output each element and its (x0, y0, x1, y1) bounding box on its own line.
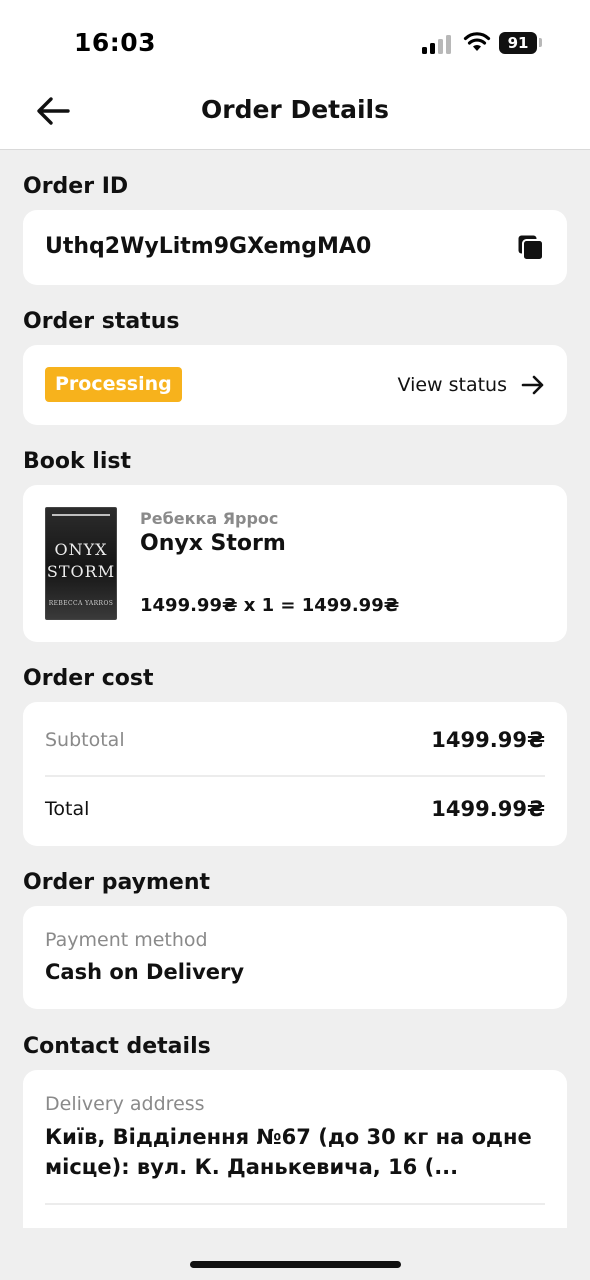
book-list-card: ONYX STORM REBECCA YARROS Ребекка Яррос … (23, 485, 567, 642)
battery-tip (539, 38, 542, 47)
book-author: Ребекка Яррос (140, 509, 279, 528)
order-cost-heading: Order cost (23, 666, 154, 691)
view-status-label: View status (397, 373, 507, 396)
cellular-signal-icon (422, 34, 454, 54)
order-payment-heading: Order payment (23, 870, 211, 895)
order-id-heading: Order ID (23, 174, 129, 199)
home-indicator[interactable] (190, 1261, 401, 1268)
book-list-heading: Book list (23, 449, 131, 474)
order-id-value: Uthq2WyLitm9GXemgMA0 (45, 234, 372, 259)
payment-method-label: Payment method (45, 929, 208, 951)
divider (45, 775, 545, 777)
total-row: Total 1499.99₴ (45, 794, 545, 824)
subtotal-label: Subtotal (45, 729, 125, 751)
view-status-link[interactable]: View status (397, 367, 545, 402)
total-value: 1499.99₴ (431, 797, 545, 821)
copy-button[interactable] (517, 234, 545, 262)
status-time: 16:03 (74, 28, 157, 57)
page-title: Order Details (200, 95, 389, 124)
divider (45, 1203, 545, 1205)
order-status-card: Processing View status (23, 345, 567, 425)
subtotal-value: 1499.99₴ (431, 728, 545, 752)
order-cost-card: Subtotal 1499.99₴ Total 1499.99₴ (23, 702, 567, 846)
book-cover-image: ONYX STORM REBECCA YARROS (45, 507, 117, 620)
cover-author: REBECCA YARROS (48, 600, 114, 607)
wifi-icon (463, 32, 491, 51)
subtotal-row: Subtotal 1499.99₴ (45, 725, 545, 755)
delivery-address-label: Delivery address (45, 1093, 205, 1115)
copy-icon (518, 235, 544, 261)
top-bar: 16:03 91 Order Details (0, 0, 590, 150)
battery-icon: 91 (499, 32, 537, 54)
cover-title-line2: STORM (46, 562, 116, 581)
contact-details-heading: Contact details (23, 1034, 211, 1059)
status-badge: Processing (45, 367, 182, 402)
book-title: Onyx Storm (140, 531, 286, 556)
payment-method-value: Cash on Delivery (45, 960, 245, 984)
delivery-address-value: Київ, Відділення №67 (до 30 кг на одне м… (45, 1125, 532, 1179)
cover-title-line1: ONYX (54, 540, 108, 559)
arrow-right-icon (521, 375, 544, 394)
book-price-line: 1499.99₴ x 1 = 1499.99₴ (140, 595, 400, 616)
contact-details-card: Delivery address Київ, Відділення №67 (д… (23, 1070, 567, 1228)
order-payment-card: Payment method Cash on Delivery (23, 906, 567, 1009)
total-label: Total (45, 798, 90, 820)
order-id-card: Uthq2WyLitm9GXemgMA0 (23, 210, 567, 285)
order-status-heading: Order status (23, 309, 180, 334)
